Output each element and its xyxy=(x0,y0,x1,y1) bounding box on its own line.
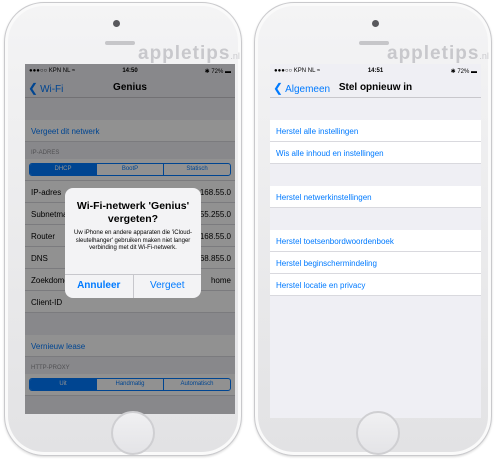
reset-all-settings-button[interactable]: Herstel alle instellingen xyxy=(270,120,481,142)
erase-all-content-button[interactable]: Wis alle inhoud en instellingen xyxy=(270,142,481,164)
nav-title: Stel opnieuw in xyxy=(338,82,413,93)
battery-indicator: ✱ 72% ▬ xyxy=(450,69,477,75)
camera-icon xyxy=(113,20,120,27)
home-button-icon[interactable] xyxy=(356,411,400,455)
watermark-tld: .nl xyxy=(230,51,240,61)
status-time: 14:51 xyxy=(367,68,384,74)
screen-reset: ●●●○○ KPN NL ≈ 14:51 ✱ 72% ▬ ❮ Algemeen S… xyxy=(270,64,481,418)
alert-message: Uw iPhone en andere apparaten die 'iClou… xyxy=(74,230,192,251)
alert-button-row: Annuleer Vergeet xyxy=(65,274,201,298)
iphone-right: appletips.nl ●●●○○ KPN NL ≈ 14:51 ✱ 72% … xyxy=(254,2,492,456)
cancel-button[interactable]: Annuleer xyxy=(65,275,133,298)
reset-keyboard-dictionary-button[interactable]: Herstel toetsenbordwoordenboek xyxy=(270,230,481,252)
nav-bar: ❮ Algemeen Stel opnieuw in xyxy=(270,78,481,98)
reset-home-screen-layout-button[interactable]: Herstel beginschermindeling xyxy=(270,252,481,274)
watermark-brand: appletips xyxy=(387,43,480,64)
watermark-tld: .nl xyxy=(479,51,489,61)
alert-title: Wi-Fi-netwerk 'Genius' vergeten? xyxy=(76,200,190,225)
iphone-left: appletips.nl ●●●○○ KPN NL ≈ 14:50 ✱ 72% … xyxy=(4,2,242,456)
home-button-icon[interactable] xyxy=(111,411,155,455)
watermark: appletips.nl xyxy=(138,43,240,65)
forget-button[interactable]: Vergeet xyxy=(132,275,202,298)
speaker-grille xyxy=(105,41,135,45)
forget-network-alert: Wi-Fi-netwerk 'Genius' vergeten? Uw iPho… xyxy=(65,188,201,298)
camera-icon xyxy=(372,20,379,27)
speaker-grille xyxy=(359,41,389,45)
reset-location-privacy-button[interactable]: Herstel locatie en privacy xyxy=(270,274,481,296)
reset-network-settings-button[interactable]: Herstel netwerkinstellingen xyxy=(270,186,481,208)
watermark-brand: appletips xyxy=(138,43,231,64)
status-bar: ●●●○○ KPN NL ≈ 14:51 ✱ 72% ▬ xyxy=(270,64,481,78)
watermark: appletips.nl xyxy=(387,43,489,65)
screen-wifi-details: ●●●○○ KPN NL ≈ 14:50 ✱ 72% ▬ ❮ Wi-Fi Geni… xyxy=(25,64,235,414)
